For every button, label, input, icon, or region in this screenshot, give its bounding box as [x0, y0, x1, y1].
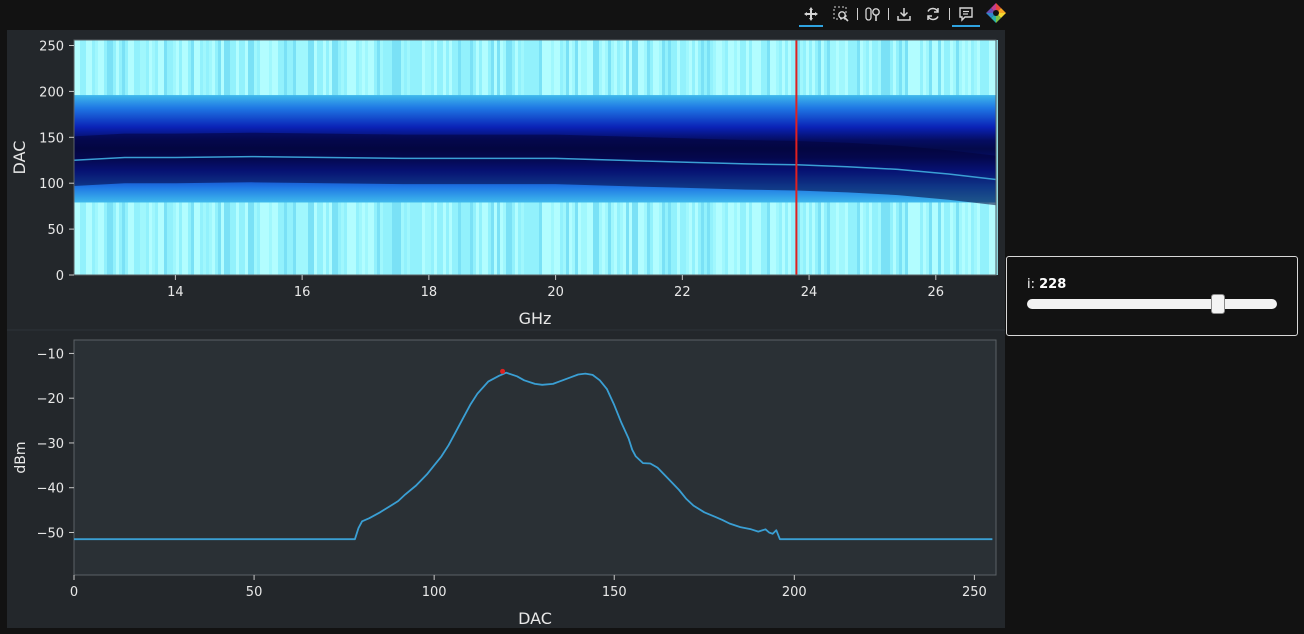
slider-label: i: 228	[1027, 277, 1066, 292]
line-y-axis-label: dBm	[13, 441, 29, 473]
hover-tool-button[interactable]	[952, 3, 980, 27]
pan-tool-button[interactable]	[799, 3, 823, 27]
heatmap-y-tick-label: 50	[47, 223, 64, 238]
slider-label-text: i:	[1027, 277, 1040, 292]
line-x-tick-label: 250	[962, 585, 987, 600]
slider-handle[interactable]	[1210, 294, 1225, 314]
heatmap-y-tick-label: 100	[39, 177, 64, 192]
line-y-tick-label: −50	[37, 526, 64, 541]
slider-value: 228	[1039, 277, 1067, 292]
pan-icon	[804, 7, 818, 21]
line-x-tick-label: 200	[782, 585, 807, 600]
line-x-tick-label: 50	[246, 585, 263, 600]
box-zoom-tool-button[interactable]	[829, 3, 853, 25]
heatmap-y-tick-label: 150	[39, 131, 64, 146]
charts-svg: 14 16 18 20 22 24 26050100150200250GHzDAC 0 50 1…	[7, 39, 1005, 628]
heatmap-x-tick-label: 22	[674, 285, 691, 300]
index-slider[interactable]	[1027, 294, 1277, 314]
line-x-tick-label: 150	[602, 585, 627, 600]
heatmap-x-tick-label: 16	[294, 285, 311, 300]
wheel-zoom-icon	[865, 7, 880, 21]
heatmap-x-tick-label: 20	[547, 285, 564, 300]
heatmap-x-axis-label: GHz	[519, 309, 552, 328]
heatmap-y-tick-label: 200	[39, 85, 64, 100]
heatmap-chart: 14 16 18 20 22 24 26 0 50 100 150 200 250 GHz DAC	[7, 39, 1005, 331]
line-x-axis-label: DAC	[518, 609, 552, 628]
refresh-icon	[927, 7, 939, 21]
heatmap-y-axis-label: DAC	[10, 141, 29, 175]
plot-panel: 14 16 18 20 22 24 26 0 50 100 150 200 250 GHz DAC 0 50 1…	[7, 30, 1005, 628]
line-chart: 0 50 100 150 200 250 −10 −20 −30 −40 −50 DAC dBm	[13, 339, 997, 628]
bokeh-logo-icon	[986, 3, 1006, 23]
reset-tool-button[interactable]	[921, 3, 945, 25]
line-y-tick-label: −40	[37, 482, 64, 497]
save-tool-button[interactable]	[892, 3, 916, 25]
box-zoom-icon	[833, 6, 849, 22]
heatmap-y-tick-label: 0	[56, 269, 64, 284]
plot-toolbar	[795, 0, 1015, 30]
line-x-tick-label: 100	[422, 585, 447, 600]
line-y-tick-label: −10	[37, 347, 64, 362]
heatmap-x-tick-label: 14	[167, 285, 184, 300]
heatmap-x-tick-label: 24	[801, 285, 818, 300]
comment-icon	[959, 7, 973, 22]
download-icon	[897, 8, 911, 21]
index-slider-panel: i: 228	[1006, 256, 1298, 336]
line-x-tick-label: 0	[70, 585, 78, 600]
wheel-zoom-tool-button[interactable]	[861, 3, 885, 25]
bokeh-logo[interactable]	[984, 2, 1008, 24]
line-y-tick-label: −20	[37, 392, 64, 407]
heatmap-x-tick-label: 26	[928, 285, 945, 300]
heatmap-y-tick-label: 250	[39, 40, 64, 55]
heatmap-x-tick-label: 18	[421, 285, 438, 300]
line-y-tick-label: −30	[37, 437, 64, 452]
peak-marker-point	[500, 368, 506, 374]
